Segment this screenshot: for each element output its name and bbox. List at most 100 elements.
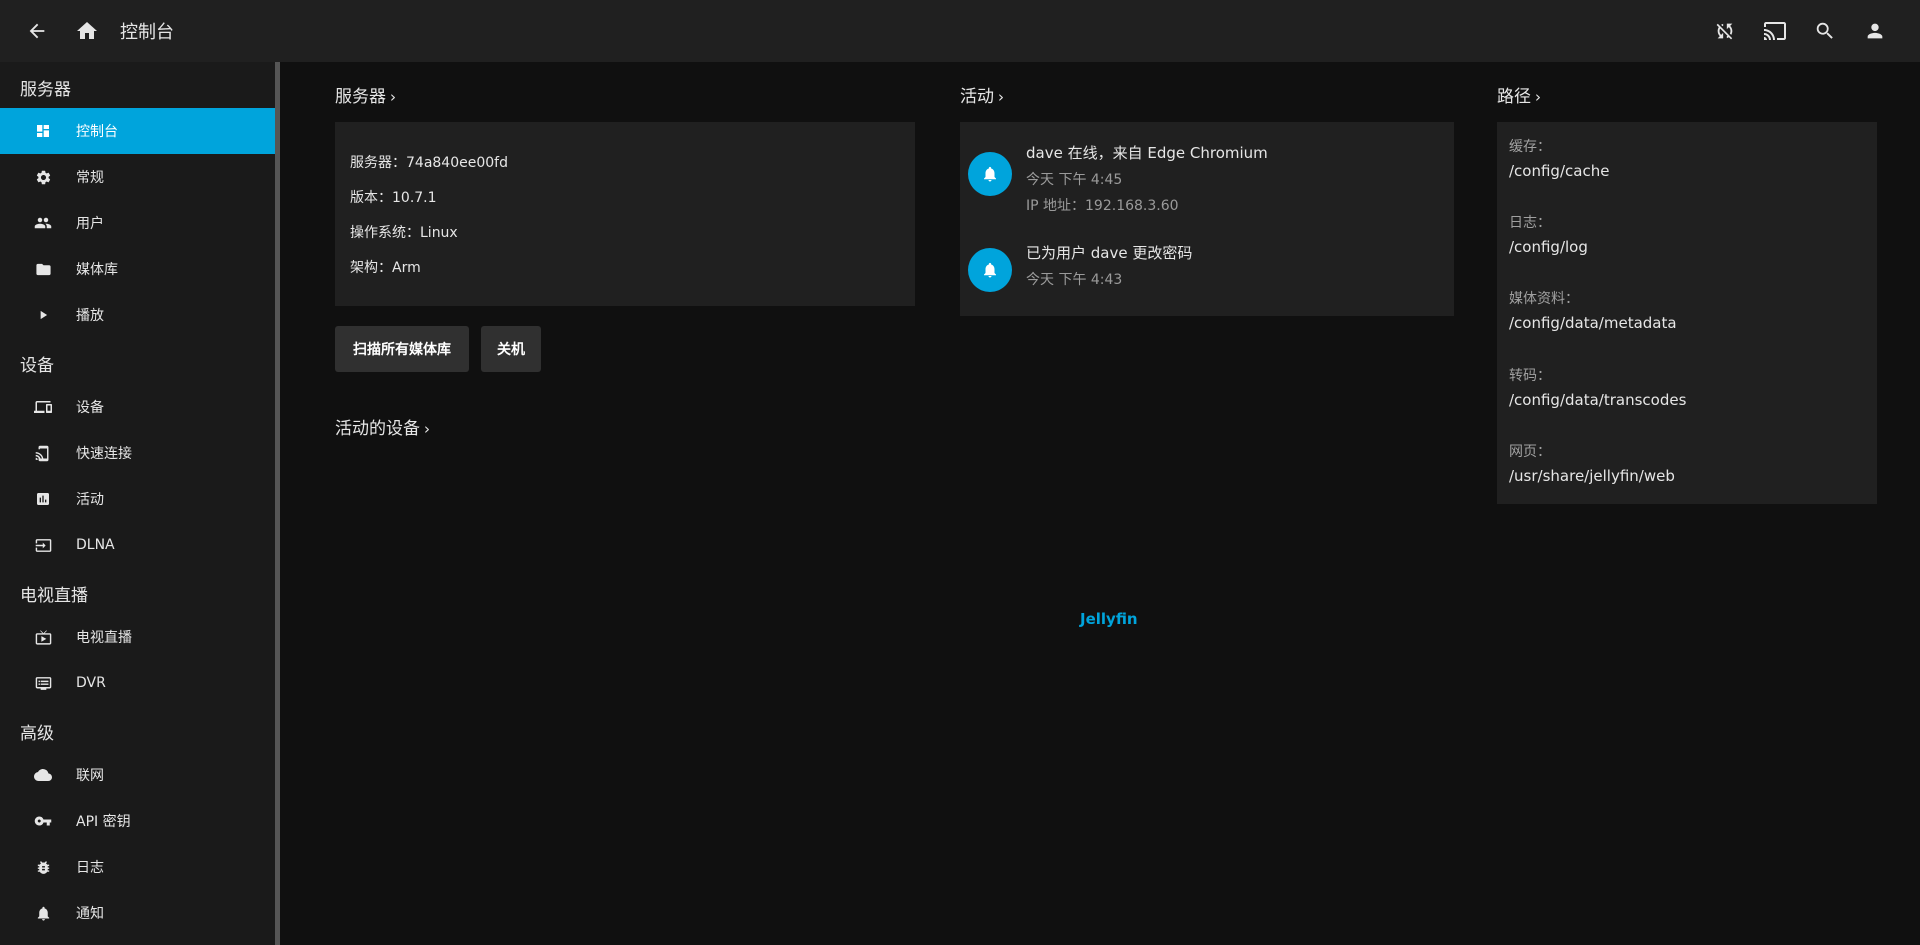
- folder-icon: [34, 260, 52, 278]
- sidebar-item-label: 联网: [76, 768, 104, 784]
- sidebar-item-notifications[interactable]: 通知: [0, 890, 278, 936]
- server-section-link[interactable]: 服务器 ›: [335, 82, 396, 107]
- activity-title: 已为用户 dave 更改密码: [1026, 244, 1193, 262]
- chevron-right-icon: ›: [1535, 88, 1541, 106]
- app-header: 控制台: [0, 0, 1920, 62]
- active-devices-link[interactable]: 活动的设备 ›: [335, 414, 430, 439]
- sidebar-section-server: 服务器: [20, 80, 71, 100]
- sidebar-section-advanced: 高级: [20, 724, 54, 744]
- search-icon: [1816, 22, 1833, 39]
- server-name: 服务器：74a840ee00fd: [350, 155, 508, 171]
- search-button[interactable]: [1800, 6, 1850, 56]
- path-value-cache: /config/cache: [1509, 162, 1610, 180]
- main-content: 服务器 › 服务器：74a840ee00fd 版本：10.7.1 操作系统：Lin…: [285, 62, 1920, 945]
- paths-card: 缓存： /config/cache 日志： /config/log 媒体资料： …: [1497, 122, 1877, 504]
- sidebar-item-label: API 密钥: [76, 814, 131, 830]
- sidebar-item-label: 控制台: [76, 124, 118, 140]
- sidebar-item-label: DVR: [76, 675, 106, 691]
- dashboard-icon: [34, 122, 52, 140]
- sidebar-item-label: 电视直播: [76, 630, 132, 646]
- sidebar-item-networking[interactable]: 联网: [0, 752, 278, 798]
- sidebar-item-dlna[interactable]: DLNA: [0, 522, 278, 568]
- cloud-icon: [34, 766, 52, 784]
- sidebar-item-live-tv[interactable]: 电视直播: [0, 614, 278, 660]
- path-value-transcodes: /config/data/transcodes: [1509, 391, 1687, 409]
- activity-section-title: 活动: [960, 87, 994, 107]
- sidebar-item-label: 设备: [76, 400, 104, 416]
- sidebar-item-logs[interactable]: 日志: [0, 844, 278, 890]
- path-value-web: /usr/share/jellyfin/web: [1509, 467, 1675, 485]
- cast-connect-icon: [34, 444, 52, 462]
- sidebar-item-quick-connect[interactable]: 快速连接: [0, 430, 278, 476]
- sidebar-section-live-tv: 电视直播: [20, 586, 88, 606]
- live-tv-icon: [34, 628, 52, 646]
- active-devices-title: 活动的设备: [335, 419, 420, 439]
- sidebar-item-playback[interactable]: 播放: [0, 292, 278, 338]
- dvr-icon: [34, 674, 52, 692]
- path-label-web: 网页：: [1509, 444, 1551, 460]
- sidebar-item-label: 播放: [76, 308, 104, 324]
- path-label-metadata: 媒体资料：: [1509, 291, 1579, 307]
- users-icon: [34, 214, 52, 232]
- sidebar-item-api-keys[interactable]: API 密钥: [0, 798, 278, 844]
- back-button[interactable]: [12, 6, 62, 56]
- bell-icon: [968, 152, 1012, 196]
- sidebar-item-general[interactable]: 常规: [0, 154, 278, 200]
- play-icon: [34, 306, 52, 324]
- home-button[interactable]: [62, 6, 112, 56]
- activity-time: 今天 下午 4:45: [1026, 172, 1123, 188]
- activity-section-link[interactable]: 活动 ›: [960, 82, 1004, 107]
- sidebar-item-dvr[interactable]: DVR: [0, 660, 278, 706]
- activity-title: dave 在线，来自 Edge Chromium: [1026, 144, 1268, 162]
- path-label-log: 日志：: [1509, 215, 1551, 231]
- sidebar-item-label: 通知: [76, 906, 104, 922]
- path-label-transcodes: 转码：: [1509, 368, 1551, 384]
- chevron-right-icon: ›: [390, 88, 396, 106]
- sidebar-item-label: 用户: [76, 216, 104, 232]
- activity-card: dave 在线，来自 Edge Chromium 今天 下午 4:45 IP 地…: [960, 122, 1454, 316]
- arrow-left-icon: [29, 23, 45, 39]
- cast-button[interactable]: [1750, 6, 1800, 56]
- sidebar-item-label: 媒体库: [76, 262, 118, 278]
- chevron-right-icon: ›: [424, 420, 430, 438]
- paths-section-title: 路径: [1497, 87, 1531, 107]
- sidebar-item-label: 日志: [76, 860, 104, 876]
- user-icon: [1867, 23, 1883, 39]
- sidebar-item-devices[interactable]: 设备: [0, 384, 278, 430]
- paths-section-link[interactable]: 路径 ›: [1497, 82, 1541, 107]
- path-value-metadata: /config/data/metadata: [1509, 314, 1677, 332]
- user-menu-button[interactable]: [1850, 6, 1900, 56]
- path-label-cache: 缓存：: [1509, 139, 1551, 155]
- activity-time: 今天 下午 4:43: [1026, 272, 1123, 288]
- devices-icon: [34, 398, 52, 416]
- server-version: 版本：10.7.1: [350, 190, 437, 206]
- bell-icon: [34, 904, 52, 922]
- sidebar-item-library[interactable]: 媒体库: [0, 246, 278, 292]
- server-os: 操作系统：Linux: [350, 225, 458, 241]
- sidebar-item-activity[interactable]: 活动: [0, 476, 278, 522]
- sidebar: 服务器 控制台 常规 用户 媒体库 播放 设备 设备 快速连接 活动 DLNA …: [0, 62, 280, 945]
- sidebar-scrollbar[interactable]: [275, 62, 280, 945]
- sidebar-item-dashboard[interactable]: 控制台: [0, 108, 278, 154]
- bug-icon: [34, 858, 52, 876]
- activity-ip: IP 地址：192.168.3.60: [1026, 198, 1179, 214]
- cast-icon: [1764, 22, 1786, 40]
- sidebar-item-users[interactable]: 用户: [0, 200, 278, 246]
- key-icon: [34, 812, 52, 830]
- sidebar-item-label: 常规: [76, 170, 104, 186]
- bell-icon: [968, 248, 1012, 292]
- input-icon: [34, 536, 52, 554]
- sidebar-item-label: 快速连接: [76, 446, 132, 462]
- gear-icon: [34, 168, 52, 186]
- chart-icon: [34, 490, 52, 508]
- sync-button[interactable]: [1700, 6, 1750, 56]
- path-value-log: /config/log: [1509, 238, 1588, 256]
- scan-all-libraries-button[interactable]: 扫描所有媒体库: [335, 326, 469, 372]
- sidebar-item-label: 活动: [76, 492, 104, 508]
- sync-disabled-icon: [1716, 23, 1733, 40]
- sidebar-section-devices: 设备: [20, 356, 54, 376]
- shutdown-button[interactable]: 关机: [481, 326, 541, 372]
- jellyfin-brand-link[interactable]: Jellyfin: [1080, 610, 1138, 628]
- server-arch: 架构：Arm: [350, 260, 421, 276]
- chevron-right-icon: ›: [998, 88, 1004, 106]
